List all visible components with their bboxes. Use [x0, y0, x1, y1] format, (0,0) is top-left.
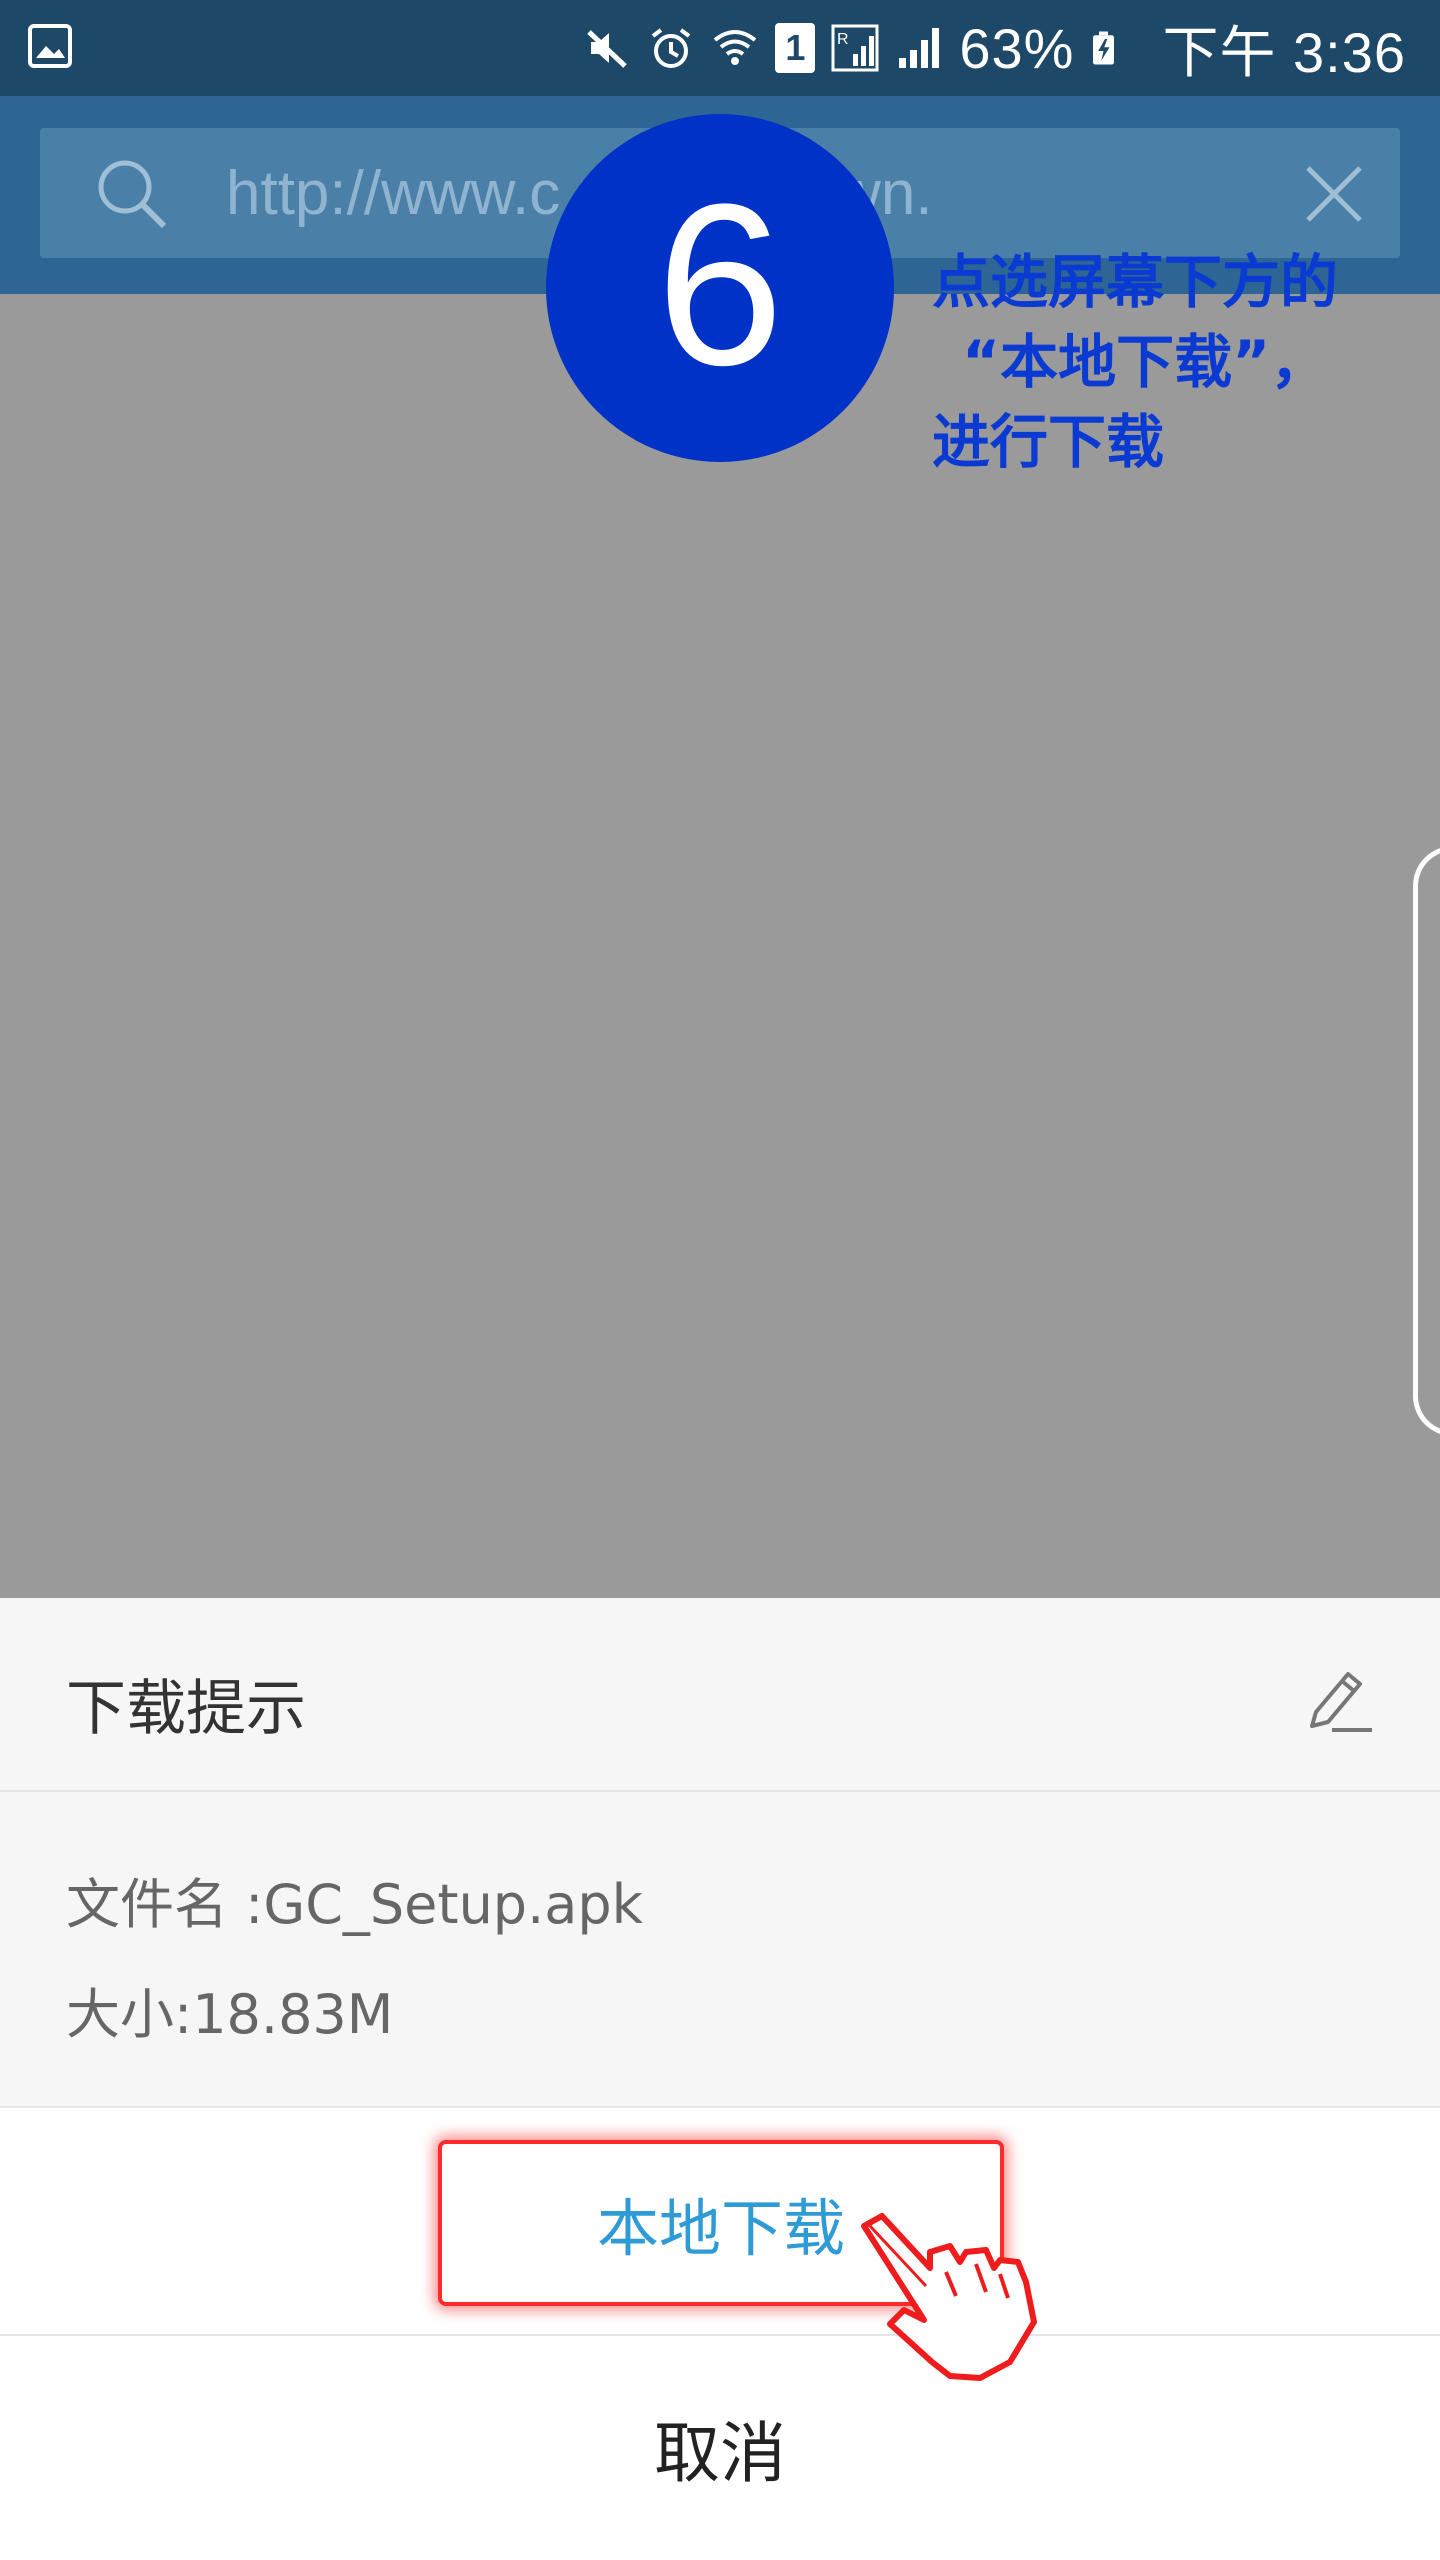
status-time: 下午 3:36 [1162, 20, 1406, 84]
status-icons: 1 R 63% 下午 3:36 [583, 0, 1406, 96]
wifi-icon [714, 30, 757, 65]
file-info: 文件名 :GC_Setup.apk 大小:18.83M [0, 1792, 1440, 2108]
svg-text:R: R [837, 31, 849, 48]
step-number: 6 [656, 156, 784, 413]
hand-pointer-icon [861, 2213, 1037, 2381]
step-instruction-line: “本地下载”， [962, 328, 1329, 396]
file-name: 文件名 :GC_Setup.apk [66, 1873, 643, 1936]
dimmed-page-overlay[interactable] [0, 294, 1440, 1598]
file-size: 大小:18.83M [66, 1983, 394, 2046]
step-instruction-line: 点选屏幕下方的 [932, 248, 1339, 316]
battery-charging-icon [1093, 31, 1115, 65]
download-dialog: 下载提示 文件名 :GC_Setup.apk 大小:18.83M 本地下载 取消 [0, 1598, 1440, 2560]
battery-percent: 63% [959, 16, 1075, 80]
gallery-icon [28, 24, 72, 68]
sim-slot-number: 1 [785, 27, 806, 68]
sim-icon: 1 [775, 23, 816, 73]
cancel-label: 取消 [654, 2415, 786, 2492]
step-instruction: 点选屏幕下方的 “本地下载”， 进行下载 [932, 242, 1432, 482]
cancel-button[interactable]: 取消 [0, 2336, 1440, 2560]
local-download-row: 本地下载 [0, 2108, 1440, 2336]
pencil-icon[interactable] [1302, 1662, 1374, 1734]
alarm-icon [652, 28, 691, 68]
status-bar: 1 R 63% 下午 3:36 [0, 0, 1440, 96]
dialog-header: 下载提示 [0, 1598, 1440, 1792]
step-number-badge: 6 [546, 114, 894, 462]
dialog-title: 下载提示 [66, 1674, 306, 1744]
close-icon[interactable] [1302, 162, 1366, 226]
search-icon [98, 160, 167, 229]
mute-icon [587, 30, 628, 68]
roaming-signal-icon: R [831, 24, 879, 72]
edge-panel-handle[interactable] [1413, 846, 1440, 1436]
step-instruction-line: 进行下载 [932, 408, 1165, 476]
signal-icon [899, 28, 940, 68]
local-download-label: 本地下载 [596, 2192, 845, 2265]
